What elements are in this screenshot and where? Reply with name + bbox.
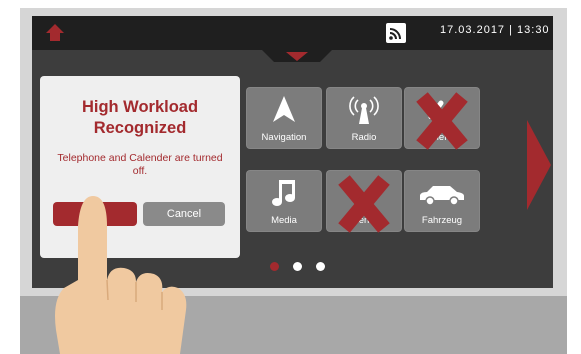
wifi-icon xyxy=(386,23,406,43)
tile-kalender: Kalender xyxy=(326,170,402,233)
music-note-icon xyxy=(272,180,295,206)
tile-media[interactable]: Media xyxy=(246,170,322,232)
dialog-title: High Workload Recognized xyxy=(40,97,240,139)
tile-label: Media xyxy=(271,215,297,226)
page-dot-2[interactable] xyxy=(293,262,302,271)
tile-label: Radio xyxy=(351,132,377,143)
car-icon xyxy=(420,186,464,206)
disabled-x-icon xyxy=(338,175,390,233)
tile-label: Navigation xyxy=(261,132,307,143)
tile-telefon: Telefon xyxy=(404,87,480,150)
home-icon[interactable] xyxy=(44,22,66,44)
navigation-arrow-icon xyxy=(273,96,295,122)
pointing-hand-illustration xyxy=(55,196,187,354)
tile-radio[interactable]: Radio xyxy=(326,87,402,149)
radio-antenna-icon xyxy=(349,96,379,124)
disabled-x-icon xyxy=(416,92,468,150)
tile-navigation[interactable]: Navigation xyxy=(246,87,322,149)
dialog-message: Telephone and Calender are turned off. xyxy=(57,152,223,177)
dialog-title-line-2: Recognized xyxy=(93,119,187,137)
next-page-arrow[interactable] xyxy=(527,120,551,210)
dialog-title-line-1: High Workload xyxy=(81,98,199,116)
page-dot-1-active[interactable] xyxy=(270,262,279,271)
page-dot-3[interactable] xyxy=(316,262,325,271)
datetime-label: 17.03.2017 | 13:30 xyxy=(440,24,550,36)
tile-label: Fahrzeug xyxy=(421,215,463,226)
tile-fahrzeug[interactable]: Fahrzeug xyxy=(404,170,480,232)
menu-pulldown-handle[interactable] xyxy=(262,50,332,66)
